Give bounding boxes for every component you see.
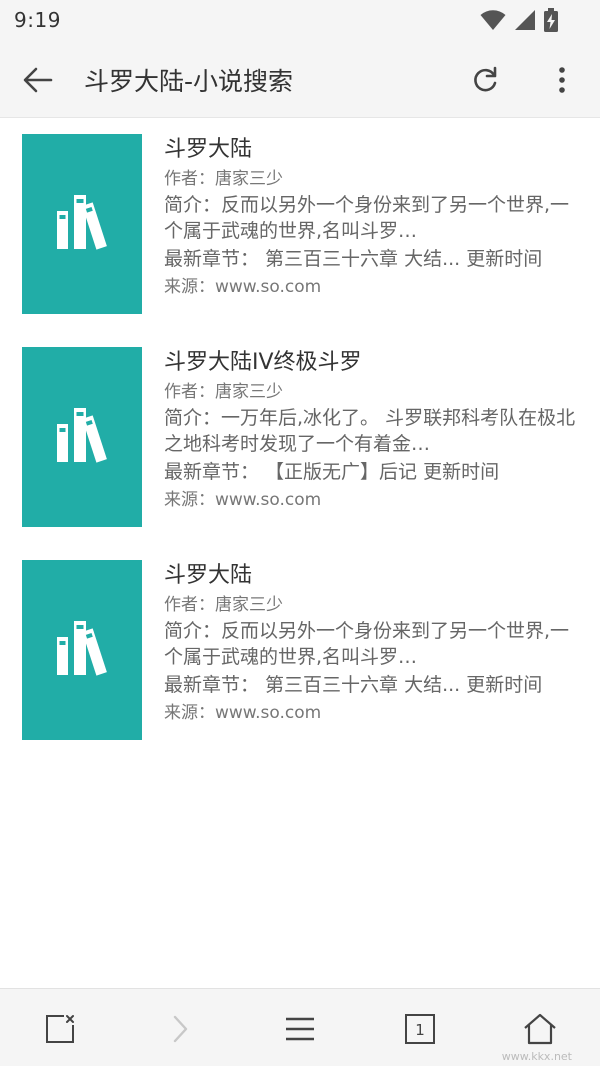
book-intro: 简介：反而以另外一个身份来到了另一个世界,一个属于武魂的世界,名叫斗罗… — [164, 620, 570, 668]
book-info: 斗罗大陆 作者：唐家三少 简介：反而以另外一个身份来到了另一个世界,一个属于武魂… — [164, 134, 576, 300]
status-bar: 9:19 — [0, 0, 600, 40]
forward-icon — [173, 1015, 188, 1043]
book-latest-chapter: 最新章节： 第三百三十六章 大结... 更新时间 — [164, 674, 543, 696]
app-bar: 斗罗大陆-小说搜索 — [0, 40, 600, 118]
menu-icon — [286, 1017, 314, 1041]
book-cover — [22, 347, 142, 527]
tabs-button[interactable]: 1 — [398, 1007, 442, 1051]
status-icons — [480, 8, 558, 32]
book-source: 来源：www.so.com — [164, 490, 322, 510]
battery-charging-icon — [544, 8, 558, 32]
close-page-button[interactable] — [38, 1007, 82, 1051]
book-author: 作者：唐家三少 — [164, 382, 283, 402]
books-icon — [57, 195, 107, 250]
book-intro: 简介：一万年后,冰化了。 斗罗联邦科考队在极北之地科考时发现了一个有着金… — [164, 407, 576, 455]
book-source: 来源：www.so.com — [164, 277, 322, 297]
forward-button[interactable] — [158, 1007, 202, 1051]
signal-icon — [515, 10, 535, 30]
book-title: 斗罗大陆 — [164, 563, 253, 588]
book-cover — [22, 560, 142, 740]
book-info: 斗罗大陆IV终极斗罗 作者：唐家三少 简介：一万年后,冰化了。 斗罗联邦科考队在… — [164, 347, 576, 513]
book-intro: 简介：反而以另外一个身份来到了另一个世界,一个属于武魂的世界,名叫斗罗… — [164, 194, 570, 242]
book-latest-chapter: 最新章节： 第三百三十六章 大结... 更新时间 — [164, 248, 543, 270]
book-author: 作者：唐家三少 — [164, 595, 283, 615]
tabs-icon: 1 — [405, 1014, 435, 1044]
refresh-icon — [474, 66, 497, 92]
more-vertical-icon — [559, 67, 565, 93]
book-info: 斗罗大陆 作者：唐家三少 简介：反而以另外一个身份来到了另一个世界,一个属于武魂… — [164, 560, 576, 726]
books-icon — [57, 408, 107, 463]
result-item[interactable]: 斗罗大陆IV终极斗罗 作者：唐家三少 简介：一万年后,冰化了。 斗罗联邦科考队在… — [0, 331, 600, 544]
wifi-icon — [480, 10, 506, 30]
arrow-left-icon — [23, 67, 53, 93]
home-icon — [524, 1013, 556, 1045]
back-button[interactable] — [18, 60, 58, 100]
book-author: 作者：唐家三少 — [164, 169, 283, 189]
home-button[interactable] — [518, 1007, 562, 1051]
page-title: 斗罗大陆-小说搜索 — [84, 67, 294, 96]
status-time: 9:19 — [14, 8, 61, 32]
book-cover — [22, 134, 142, 314]
more-options-button[interactable] — [542, 60, 582, 100]
books-icon — [57, 621, 107, 676]
watermark: www.kkx.net — [501, 1050, 572, 1063]
book-source: 来源：www.so.com — [164, 703, 322, 723]
book-title: 斗罗大陆IV终极斗罗 — [164, 350, 362, 375]
menu-button[interactable] — [278, 1007, 322, 1051]
book-latest-chapter: 最新章节： 【正版无广】后记 更新时间 — [164, 461, 500, 483]
book-title: 斗罗大陆 — [164, 137, 253, 162]
search-results-list: 斗罗大陆 作者：唐家三少 简介：反而以另外一个身份来到了另一个世界,一个属于武魂… — [0, 118, 600, 757]
result-item[interactable]: 斗罗大陆 作者：唐家三少 简介：反而以另外一个身份来到了另一个世界,一个属于武魂… — [0, 118, 600, 331]
result-item[interactable]: 斗罗大陆 作者：唐家三少 简介：反而以另外一个身份来到了另一个世界,一个属于武魂… — [0, 544, 600, 757]
refresh-button[interactable] — [465, 60, 505, 100]
tab-count: 1 — [415, 1021, 425, 1039]
close-page-icon — [46, 1015, 74, 1043]
